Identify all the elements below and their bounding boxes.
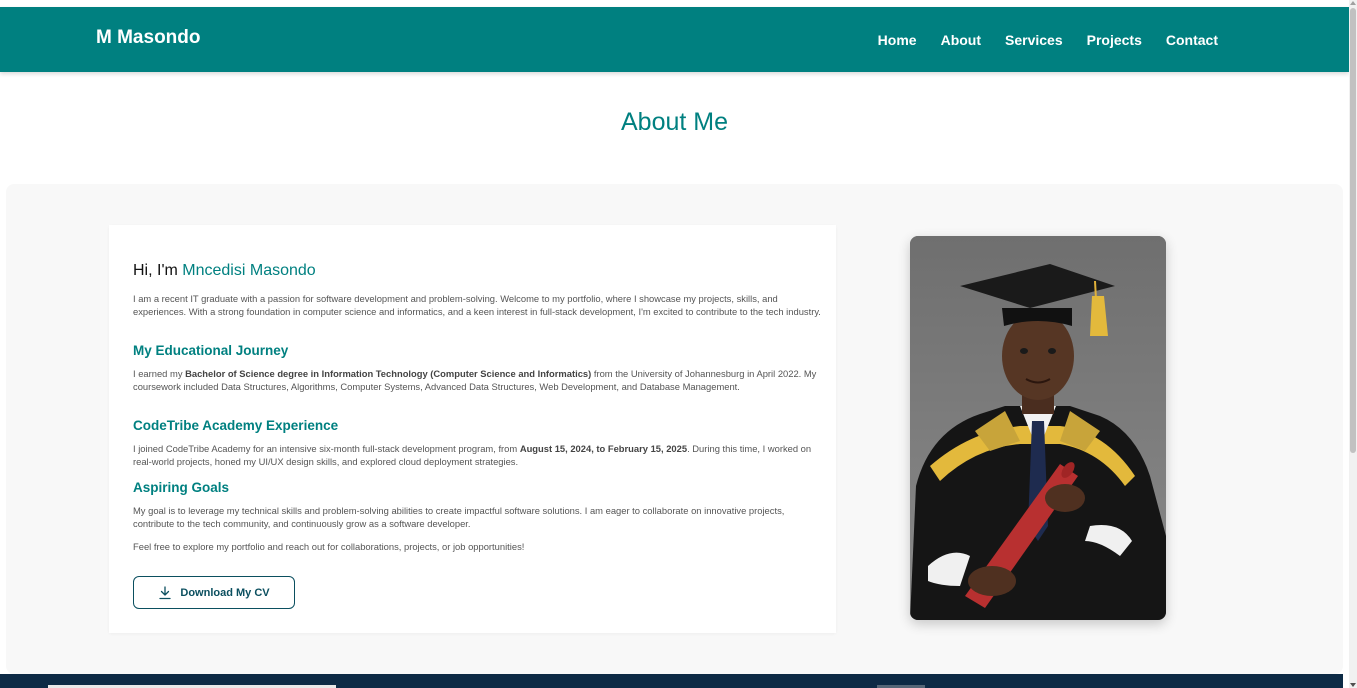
download-icon bbox=[159, 585, 172, 599]
education-degree: Bachelor of Science degree in Informatio… bbox=[185, 368, 592, 379]
scroll-down-icon[interactable] bbox=[1350, 683, 1356, 687]
education-heading: My Educational Journey bbox=[133, 343, 289, 358]
codetribe-dates: August 15, 2024, to February 15, 2025 bbox=[519, 443, 688, 454]
codetribe-paragraph: I joined CodeTribe Academy for an intens… bbox=[133, 443, 823, 468]
education-paragraph: I earned my Bachelor of Science degree i… bbox=[133, 368, 823, 393]
nav-services[interactable]: Services bbox=[1005, 32, 1063, 48]
page-title: About Me bbox=[620, 108, 728, 136]
codetribe-text-pre: I joined CodeTribe Academy for an intens… bbox=[133, 443, 520, 454]
profile-photo bbox=[910, 236, 1166, 620]
scrollbar-thumb[interactable] bbox=[1350, 8, 1356, 453]
greeting-heading: Hi, I'm Mncedisi Masondo bbox=[133, 262, 316, 280]
intro-paragraph: I am a recent IT graduate with a passion… bbox=[133, 293, 821, 317]
top-strip bbox=[0, 0, 1349, 7]
greeting-name: Mncedisi Masondo bbox=[182, 262, 316, 279]
goals-paragraph: My goal is to leverage my technical skil… bbox=[133, 505, 785, 529]
nav-projects[interactable]: Projects bbox=[1087, 32, 1142, 48]
greeting-prefix: Hi, I'm bbox=[133, 262, 183, 279]
brand-logo[interactable]: M Masondo bbox=[96, 27, 201, 49]
about-card: Hi, I'm Mncedisi Masondo I am a recent I… bbox=[109, 225, 836, 633]
codetribe-heading: CodeTribe Academy Experience bbox=[133, 418, 339, 433]
graduate-portrait-image bbox=[910, 236, 1166, 620]
nav-home[interactable]: Home bbox=[878, 32, 917, 48]
closing-paragraph: Feel free to explore my portfolio and re… bbox=[133, 541, 525, 552]
education-text-pre: I earned my bbox=[133, 368, 186, 379]
scroll-up-icon[interactable] bbox=[1350, 1, 1356, 5]
about-section: Hi, I'm Mncedisi Masondo I am a recent I… bbox=[6, 184, 1343, 674]
goals-heading: Aspiring Goals bbox=[133, 480, 230, 495]
nav-contact[interactable]: Contact bbox=[1166, 32, 1218, 48]
scrollbar[interactable] bbox=[1349, 0, 1357, 688]
navbar: M Masondo Home About Services Projects C… bbox=[0, 7, 1349, 72]
footer-bar bbox=[0, 674, 1343, 688]
nav-links: Home About Services Projects Contact bbox=[854, 32, 1218, 48]
download-cv-label: Download My CV bbox=[180, 586, 270, 599]
download-cv-button[interactable]: Download My CV bbox=[133, 576, 295, 609]
nav-about[interactable]: About bbox=[941, 32, 981, 48]
